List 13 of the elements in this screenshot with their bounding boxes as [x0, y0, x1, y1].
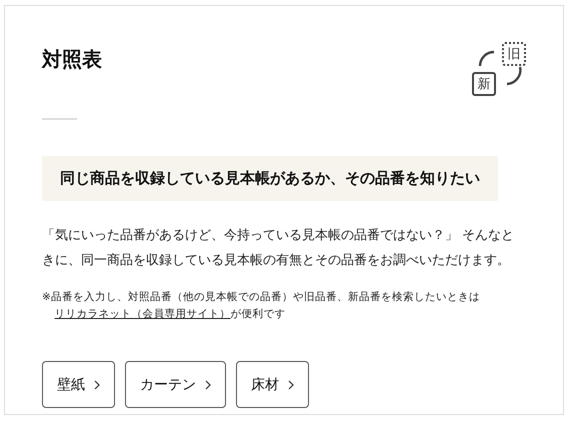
- category-button[interactable]: 壁紙: [42, 361, 115, 408]
- chevron-icon: [94, 380, 100, 390]
- category-button[interactable]: 床材: [236, 361, 309, 408]
- member-site-link[interactable]: リリカラネット（会員専用サイト）: [54, 308, 231, 320]
- note-text: ※品番を入力し、対照品番（他の見本帳での品番）や旧品番、新品番を検索したいときは リリカラネット（会員専用サイト）が便利です: [42, 290, 481, 322]
- chevron-icon: [205, 380, 211, 390]
- page-title: 対照表: [42, 46, 102, 73]
- new-label: 新: [472, 72, 496, 96]
- old-label: 旧: [502, 42, 526, 66]
- subheading: 同じ商品を収録している見本帳があるか、その品番を知りたい: [42, 156, 498, 201]
- chevron-icon: [288, 380, 294, 390]
- description: 「気にいった品番があるけど、今持っている見本帳の品番ではない？」 そんなときに、同一商品を収録している見本帳の有無とその品番をお調べいただけます。: [42, 227, 516, 270]
- category-button[interactable]: カーテン: [125, 361, 226, 408]
